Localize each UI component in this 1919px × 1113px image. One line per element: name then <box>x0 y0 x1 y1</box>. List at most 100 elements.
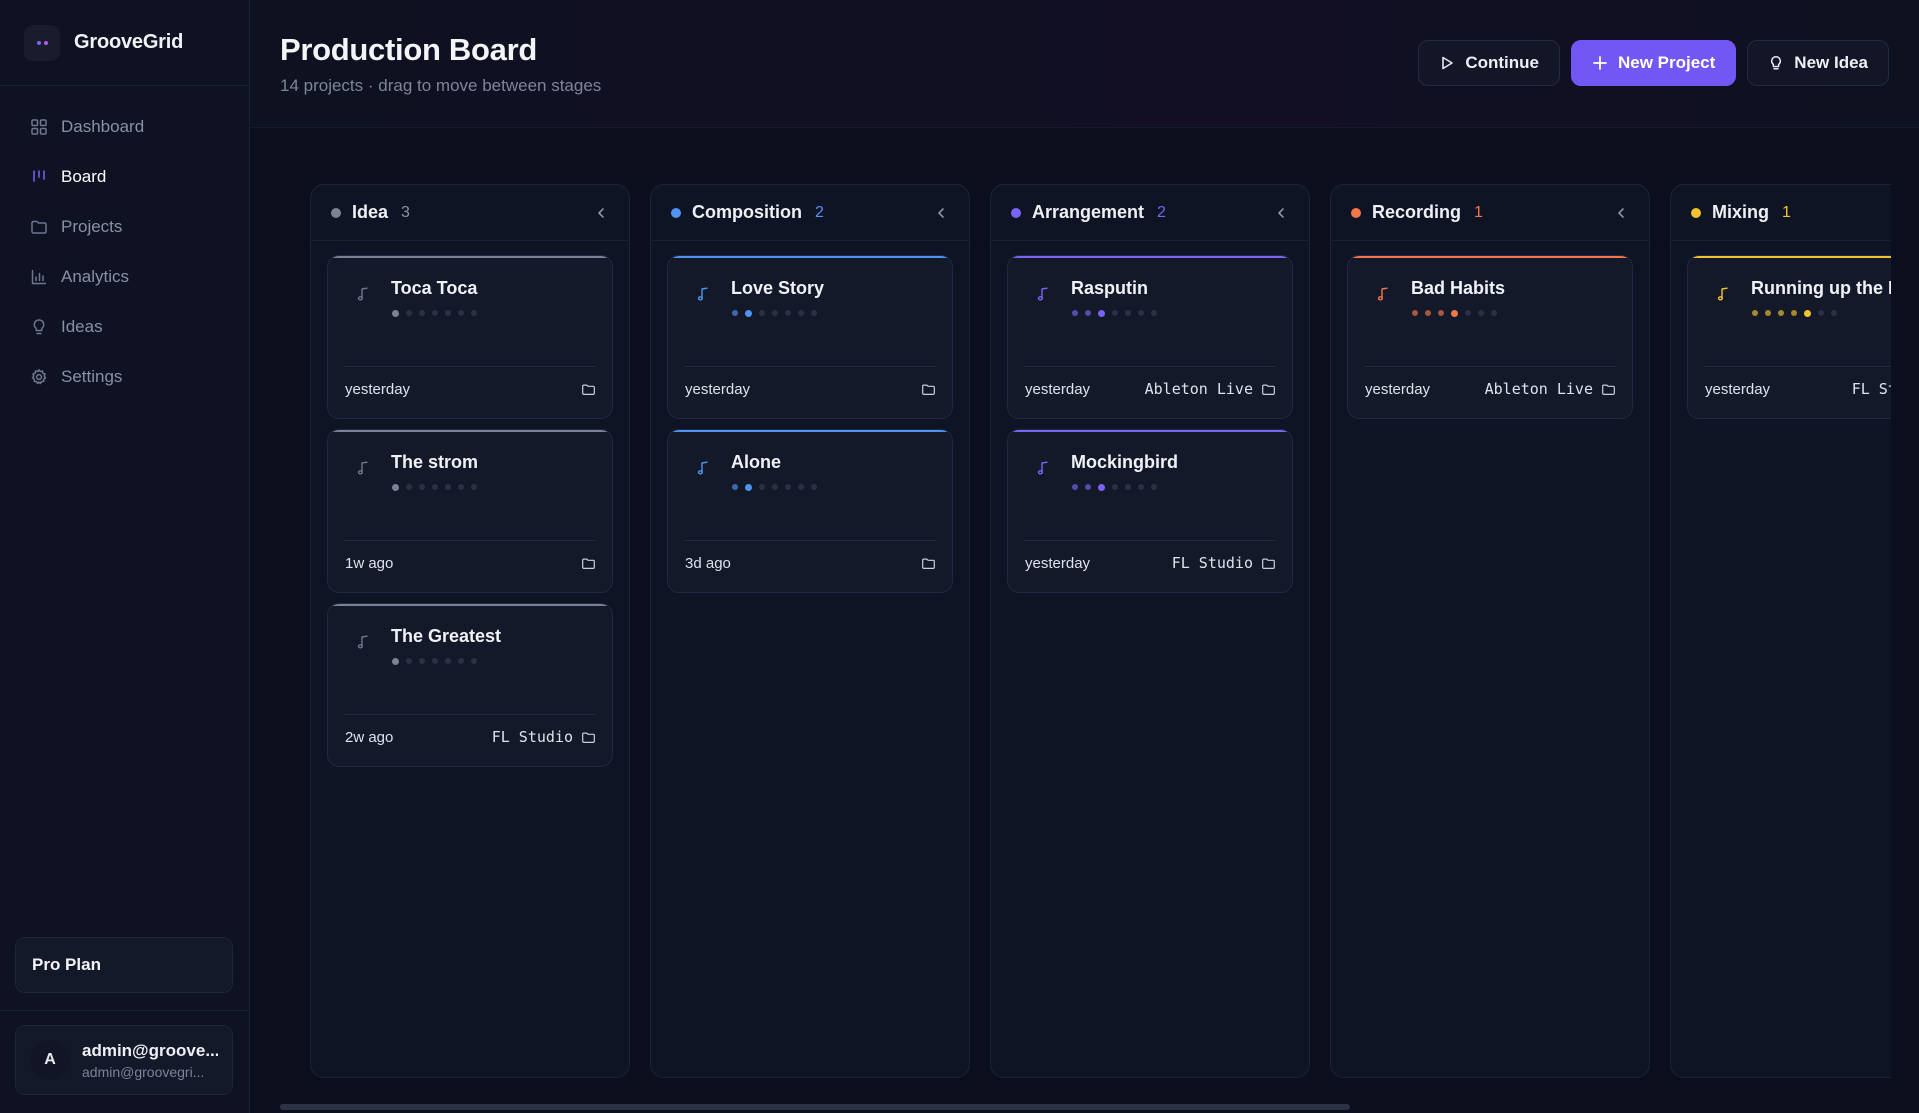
column-composition[interactable]: Composition 2 Love Story yesterday Alone 3d a… <box>650 184 970 1078</box>
card-title: Running up the Hill <box>1751 278 1891 298</box>
progress-dot <box>1491 310 1497 316</box>
stage-dot-icon <box>1691 207 1701 218</box>
folder-icon[interactable] <box>921 556 936 571</box>
sidebar-item-dashboard[interactable]: Dashboard <box>0 102 249 152</box>
new-idea-label: New Idea <box>1794 53 1868 72</box>
stage-progress <box>1072 483 1157 491</box>
column-header: Idea 3 <box>311 185 629 241</box>
project-card[interactable]: Bad Habits yesterday Ableton Live <box>1347 255 1633 419</box>
new-idea-button[interactable]: New Idea <box>1747 40 1889 86</box>
column-arrangement[interactable]: Arrangement 2 Rasputin yesterday Ableton Liv… <box>990 184 1310 1078</box>
project-card[interactable]: Alone 3d ago <box>667 429 953 593</box>
chevron-left-icon[interactable] <box>1273 205 1289 221</box>
music-note-icon <box>1037 461 1048 475</box>
progress-dot <box>1752 310 1758 316</box>
progress-dot <box>1125 310 1131 316</box>
column-header: Arrangement 2 <box>991 185 1309 241</box>
card-accent-bar <box>328 430 612 432</box>
card-daw: FL Studio <box>491 728 573 746</box>
page-title: Production Board <box>280 32 537 67</box>
progress-dot <box>785 484 791 490</box>
chevron-left-icon[interactable] <box>593 205 609 221</box>
continue-button[interactable]: Continue <box>1418 40 1560 86</box>
sidebar-divider <box>0 1010 250 1011</box>
project-card[interactable]: Running up the Hill yesterday FL Studio <box>1687 255 1891 419</box>
card-title: Toca Toca <box>391 278 478 298</box>
sidebar-item-analytics[interactable]: Analytics <box>0 252 249 302</box>
sidebar: GrooveGrid Dashboard Board Projects Analyti… <box>0 0 250 1113</box>
card-updated: 3d ago <box>685 554 731 572</box>
card-footer: yesterday FL Studio <box>1705 374 1891 404</box>
progress-dot <box>798 310 804 316</box>
progress-dot <box>419 658 425 664</box>
folder-icon[interactable] <box>581 382 596 397</box>
card-footer: yesterday <box>685 374 936 404</box>
new-project-button[interactable]: New Project <box>1570 40 1737 86</box>
progress-dot <box>1125 484 1131 490</box>
column-header: Recording 1 <box>1331 185 1649 241</box>
music-note-icon <box>1377 287 1388 301</box>
progress-dot <box>458 658 464 664</box>
card-footer: yesterday <box>345 374 596 404</box>
user-card[interactable]: A admin@groove... admin@groovegri... <box>15 1025 233 1095</box>
progress-dot <box>1085 484 1091 490</box>
plan-card[interactable]: Pro Plan <box>15 937 233 993</box>
card-updated: yesterday <box>345 380 411 398</box>
project-card[interactable]: Love Story yesterday <box>667 255 953 419</box>
sidebar-item-ideas[interactable]: Ideas <box>0 302 249 352</box>
stage-progress <box>1412 309 1497 317</box>
folder-icon[interactable] <box>1601 382 1616 397</box>
sidebar-item-label: Analytics <box>61 267 130 286</box>
stage-progress <box>392 483 477 491</box>
brand[interactable]: GrooveGrid <box>0 0 249 86</box>
sidebar-item-board[interactable]: Board <box>0 152 249 202</box>
card-updated: yesterday <box>1025 380 1091 398</box>
progress-dot <box>471 658 477 664</box>
bar-chart-icon <box>31 269 47 285</box>
folder-icon[interactable] <box>1261 556 1276 571</box>
column-idea[interactable]: Idea 3 Toca Toca yesterday The strom 1w ago Th… <box>310 184 630 1078</box>
play-icon <box>1442 56 1454 70</box>
project-card[interactable]: The strom 1w ago <box>327 429 613 593</box>
card-divider <box>344 366 596 367</box>
progress-dot <box>406 658 412 664</box>
progress-dot <box>471 484 477 490</box>
horizontal-scrollbar[interactable] <box>280 1104 1350 1110</box>
progress-dot <box>458 484 464 490</box>
project-card[interactable]: Rasputin yesterday Ableton Live <box>1007 255 1293 419</box>
card-title: Bad Habits <box>1411 278 1506 298</box>
progress-dot <box>745 483 752 491</box>
folder-icon[interactable] <box>921 382 936 397</box>
progress-dot <box>745 309 752 317</box>
column-title: Composition <box>692 202 802 222</box>
card-accent-bar <box>1348 256 1632 258</box>
column-mixing[interactable]: Mixing 1 Running up the Hill yesterday FL St… <box>1670 184 1891 1078</box>
project-card[interactable]: Toca Toca yesterday <box>327 255 613 419</box>
folder-icon[interactable] <box>581 556 596 571</box>
folder-icon[interactable] <box>1261 382 1276 397</box>
column-cards: Toca Toca yesterday The strom 1w ago The Gre… <box>311 241 629 781</box>
card-divider <box>1024 366 1276 367</box>
folder-icon <box>31 220 47 234</box>
music-note-icon <box>697 287 708 301</box>
progress-dot <box>759 310 765 316</box>
card-title: Rasputin <box>1071 278 1149 298</box>
sidebar-item-label: Ideas <box>61 317 103 336</box>
project-card[interactable]: Mockingbird yesterday FL Studio <box>1007 429 1293 593</box>
chevron-left-icon[interactable] <box>933 205 949 221</box>
grid-icon <box>31 119 47 135</box>
chevron-left-icon[interactable] <box>1613 205 1629 221</box>
folder-icon[interactable] <box>581 730 596 745</box>
sidebar-item-settings[interactable]: Settings <box>0 352 249 402</box>
project-card[interactable]: The Greatest 2w ago FL Studio <box>327 603 613 767</box>
progress-dot <box>1098 309 1105 317</box>
column-recording[interactable]: Recording 1 Bad Habits yesterday Ableton Liv… <box>1330 184 1650 1078</box>
progress-dot <box>811 484 817 490</box>
progress-dot <box>1112 484 1118 490</box>
card-accent-bar <box>668 430 952 432</box>
card-updated: yesterday <box>685 380 751 398</box>
card-divider <box>1024 540 1276 541</box>
card-daw: FL Studio <box>1851 380 1891 398</box>
stage-dot-icon <box>331 207 341 218</box>
sidebar-item-projects[interactable]: Projects <box>0 202 249 252</box>
